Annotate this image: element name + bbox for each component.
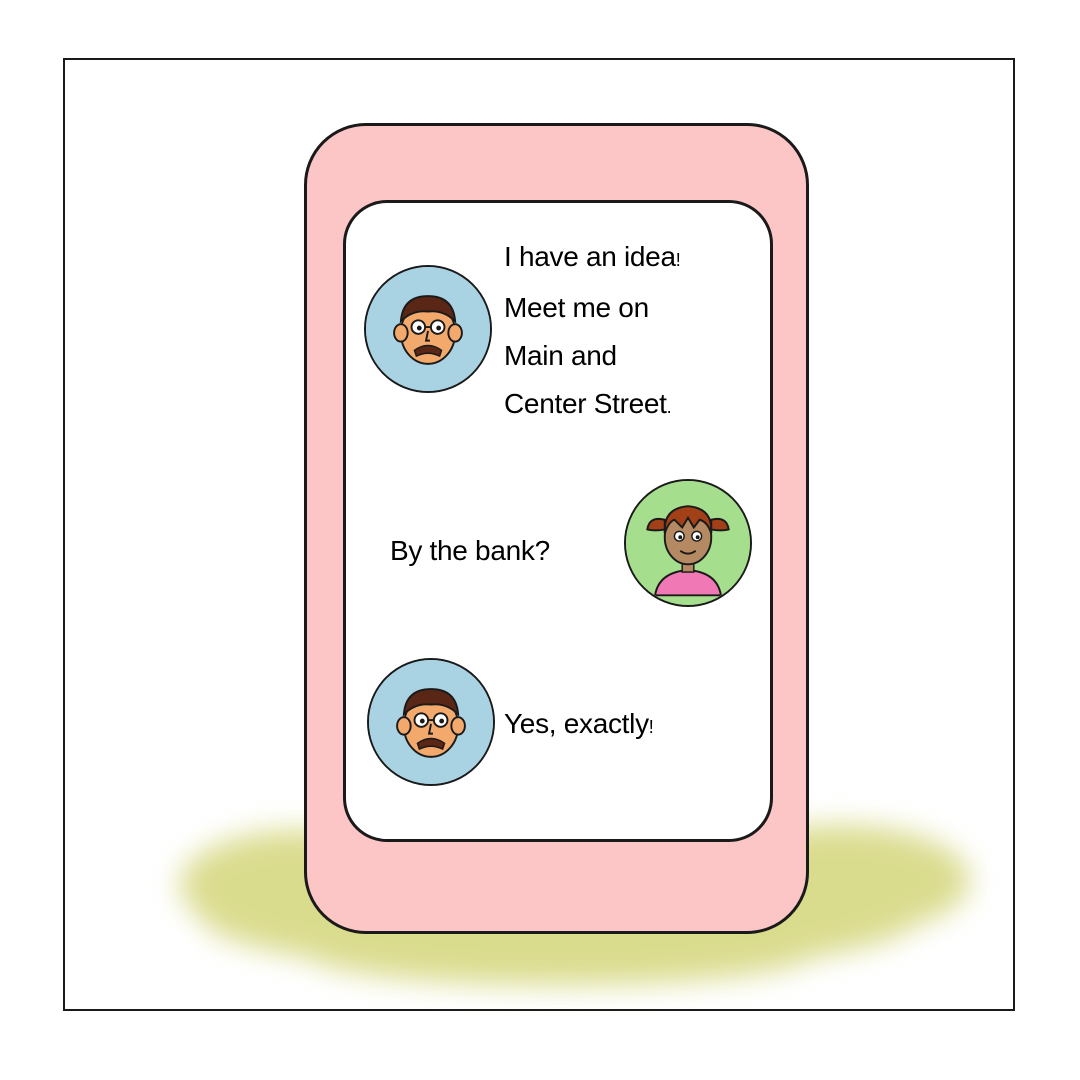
man-avatar-1 xyxy=(364,265,492,393)
girl-with-pigtails-icon xyxy=(626,481,750,605)
message-line: Yes, exactly! xyxy=(504,708,654,739)
man-with-glasses-icon xyxy=(366,267,490,391)
message-line: Meet me on xyxy=(504,292,649,323)
message-line: Main and xyxy=(504,340,617,371)
girl-avatar xyxy=(624,479,752,607)
message-line: By the bank? xyxy=(390,535,550,566)
man-avatar-2 xyxy=(367,658,495,786)
message-2-text: By the bank? xyxy=(390,527,550,575)
message-line: I have an idea! xyxy=(504,241,681,272)
message-1-text: I have an idea! Meet me on Main and Cent… xyxy=(504,233,681,431)
message-line: Center Street. xyxy=(504,388,672,419)
message-3-text: Yes, exactly! xyxy=(504,700,654,751)
man-with-glasses-icon xyxy=(369,660,493,784)
